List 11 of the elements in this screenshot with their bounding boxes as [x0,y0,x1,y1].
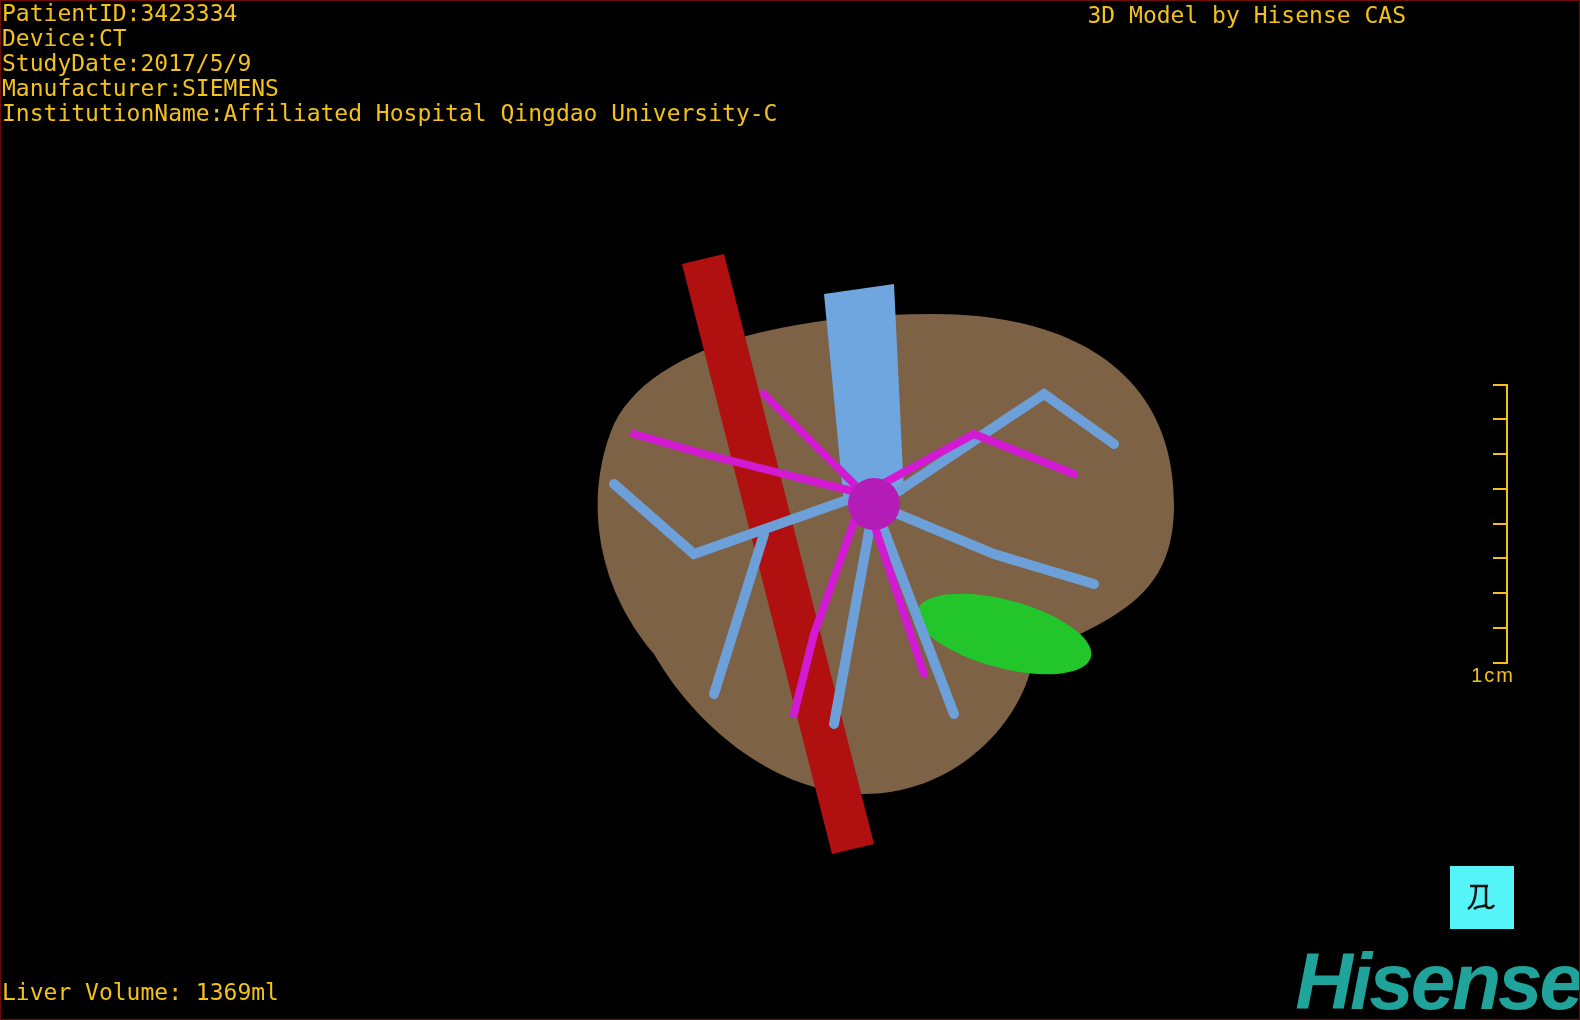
study-info-line: PatientID:3423334 [2,1,239,26]
liver-volume-text: Liver Volume: 1369ml [1,980,279,1005]
study-info-line: InstitutionName:Affiliated Hospital Qingdao University-C [2,101,778,126]
scale-label: 1cm [1471,664,1515,686]
study-info-line: StudyDate:2017/5/9 [2,51,253,76]
scale-ruler-icon [1491,384,1509,664]
brand-logo: Hisense [1295,947,1579,1017]
window-title: 3D Model by Hisense CAS [1087,3,1406,30]
study-info-line: Device:CT [2,26,128,51]
study-info-line: Manufacturer:SIEMENS [2,76,280,101]
orientation-button[interactable] [1450,866,1514,929]
